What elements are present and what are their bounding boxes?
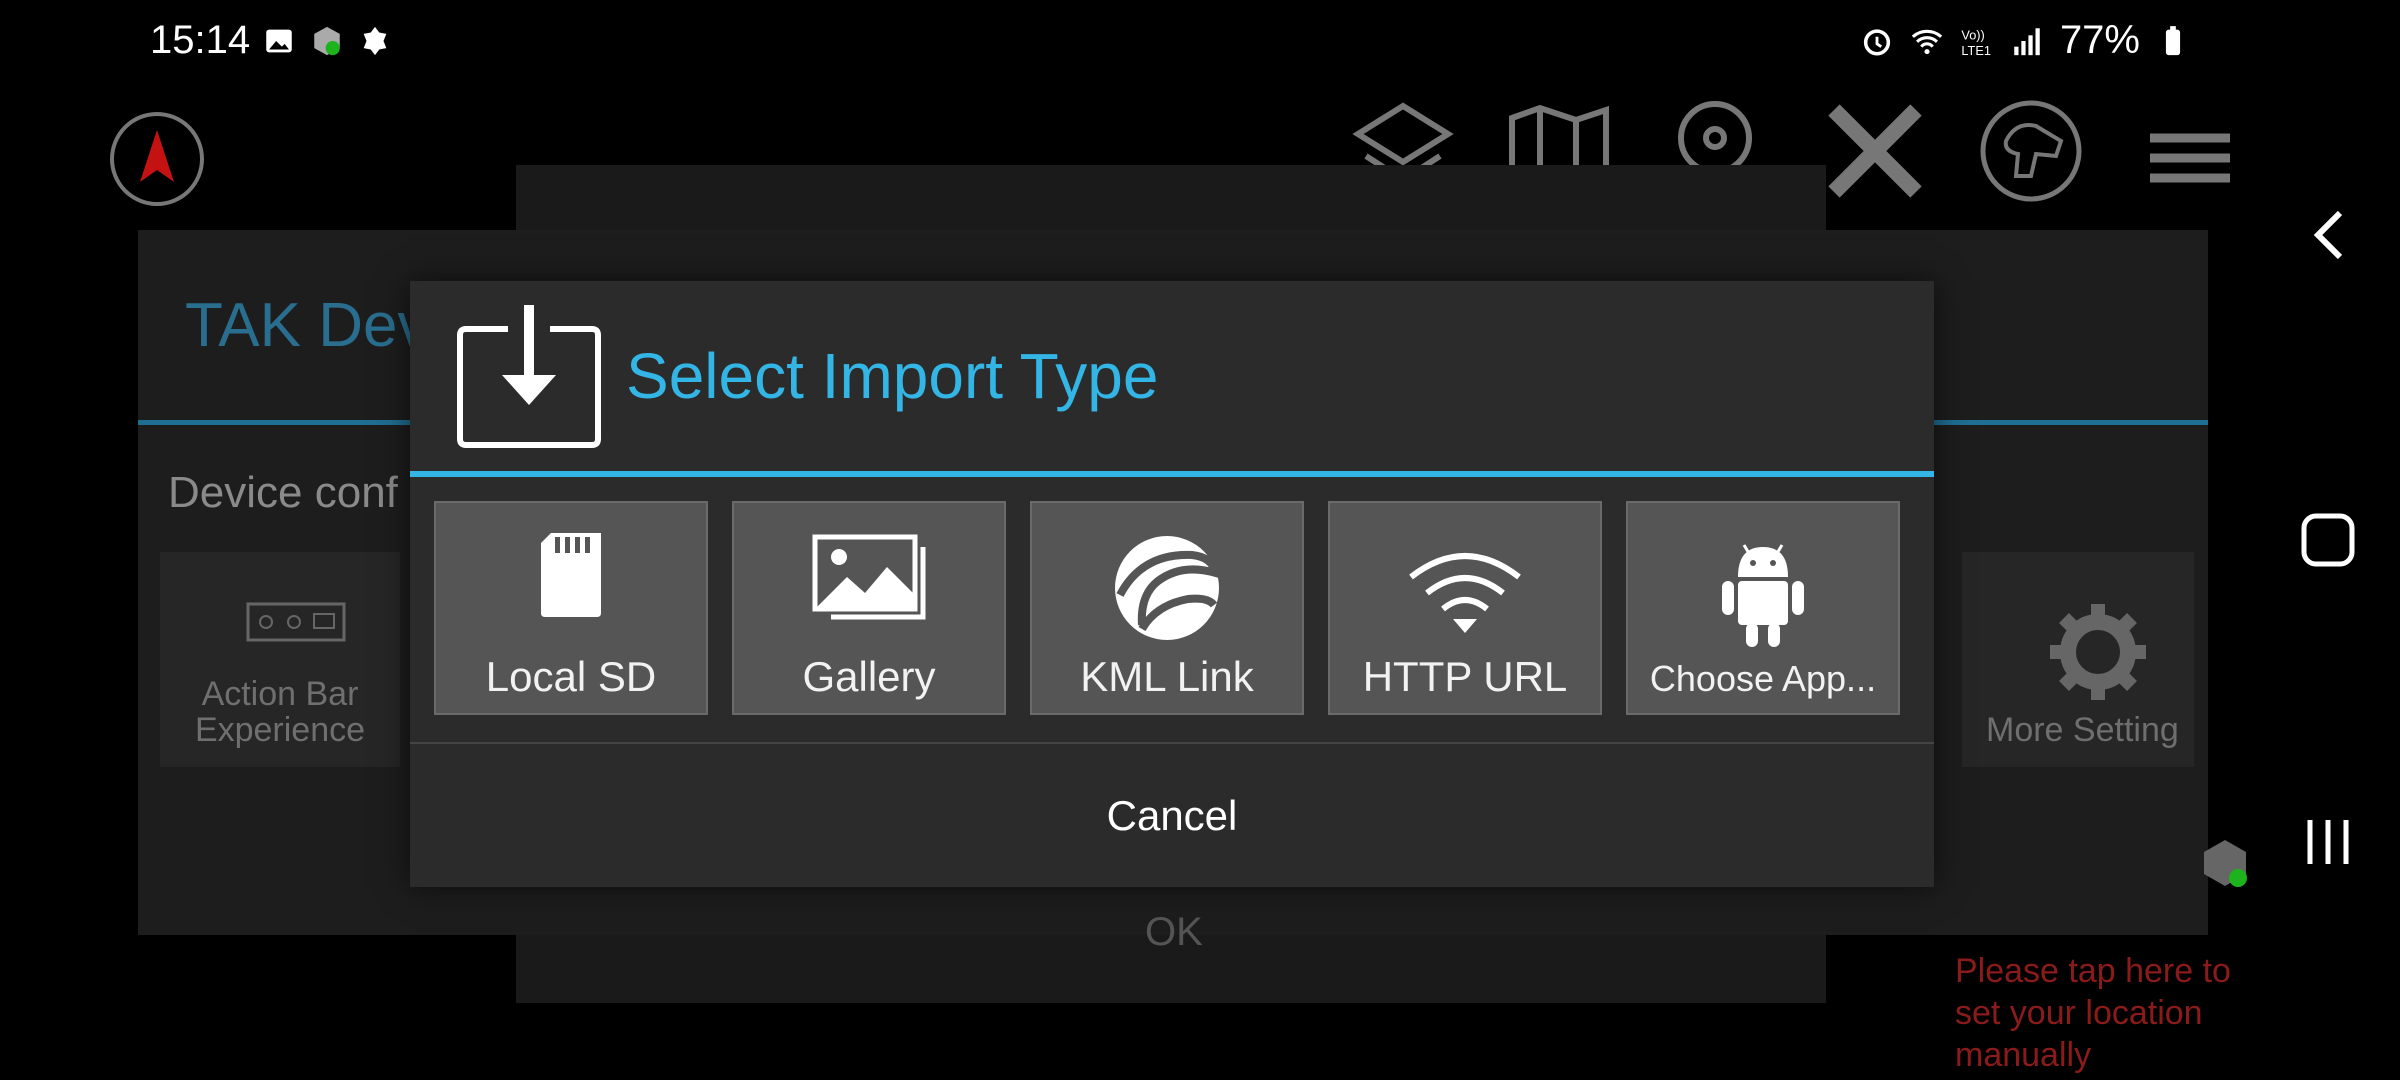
android-icon	[1722, 544, 1804, 647]
gallery-icon	[812, 534, 926, 620]
gear-icon	[2050, 604, 2146, 700]
background-ok-button[interactable]: OK	[1145, 910, 1203, 955]
status-right: Vo)) LTE1 77%	[1860, 18, 2190, 63]
battery-percent: 77%	[2059, 18, 2140, 62]
location-hint[interactable]: Please tap here to set your location man…	[1955, 950, 2231, 1076]
import-download-icon	[457, 305, 601, 448]
menu-icon[interactable]	[2130, 96, 2240, 206]
kml-globe-icon	[1115, 536, 1222, 640]
svg-text:LTE1: LTE1	[1961, 43, 1991, 58]
dialog-header: Select Import Type	[410, 281, 1934, 471]
status-time: 15:14	[150, 18, 251, 62]
action-bar-icon	[246, 602, 346, 642]
dialog-title-rule	[410, 471, 1934, 477]
status-left-icons	[262, 24, 392, 58]
compass-button[interactable]	[110, 112, 204, 206]
local-sd-label: Local SD	[485, 653, 657, 700]
tak-location-icon[interactable]	[2200, 838, 2250, 888]
import-options: Local SD Gallery KML Link HTTP URL Choos…	[434, 501, 1900, 715]
import-dialog: Select Import Type Local SD Gallery KML …	[410, 281, 1934, 887]
close-icon[interactable]	[1820, 96, 1930, 206]
wifi-icon	[1911, 29, 1943, 54]
local-sd-option[interactable]: Local SD	[434, 501, 708, 715]
cancel-button[interactable]: Cancel	[410, 744, 1934, 887]
choose-app-label: Choose App...	[1649, 658, 1877, 699]
compass-icon	[140, 130, 174, 182]
tak-app-icon	[314, 26, 340, 56]
dog-icon[interactable]	[1976, 96, 2086, 206]
back-nav-icon[interactable]	[2300, 205, 2360, 265]
home-nav-icon[interactable]	[2296, 508, 2360, 572]
http-url-label: HTTP URL	[1362, 653, 1568, 700]
alarm-icon	[1863, 28, 1891, 56]
sd-card-icon	[541, 533, 601, 617]
choose-app-option[interactable]: Choose App...	[1626, 501, 1900, 715]
more-settings-label: More Setting	[1986, 711, 2179, 749]
recents-nav-icon[interactable]	[2296, 810, 2360, 874]
svg-text:Vo)): Vo))	[1961, 27, 1984, 42]
action-bar-tile[interactable]: Action Bar Experience	[160, 552, 400, 767]
gallery-option[interactable]: Gallery	[732, 501, 1006, 715]
kml-link-label: KML Link	[1080, 653, 1254, 700]
dialog-title: Select Import Type	[626, 340, 1159, 412]
device-config-label: Device conf	[168, 468, 398, 517]
signal-icon	[2014, 27, 2040, 55]
wifi-icon	[1409, 553, 1521, 633]
badge-icon	[363, 26, 387, 56]
background-panel-title: TAK Dev	[185, 291, 429, 360]
volte-icon: Vo))LTE1	[1961, 27, 1991, 58]
more-settings-tile[interactable]: More Setting	[1962, 552, 2194, 767]
image-icon	[266, 29, 292, 53]
action-bar-label: Action Bar Experience	[194, 675, 366, 749]
gallery-label: Gallery	[802, 653, 936, 700]
battery-icon	[2165, 25, 2181, 55]
http-url-option[interactable]: HTTP URL	[1328, 501, 1602, 715]
kml-link-option[interactable]: KML Link	[1030, 501, 1304, 715]
